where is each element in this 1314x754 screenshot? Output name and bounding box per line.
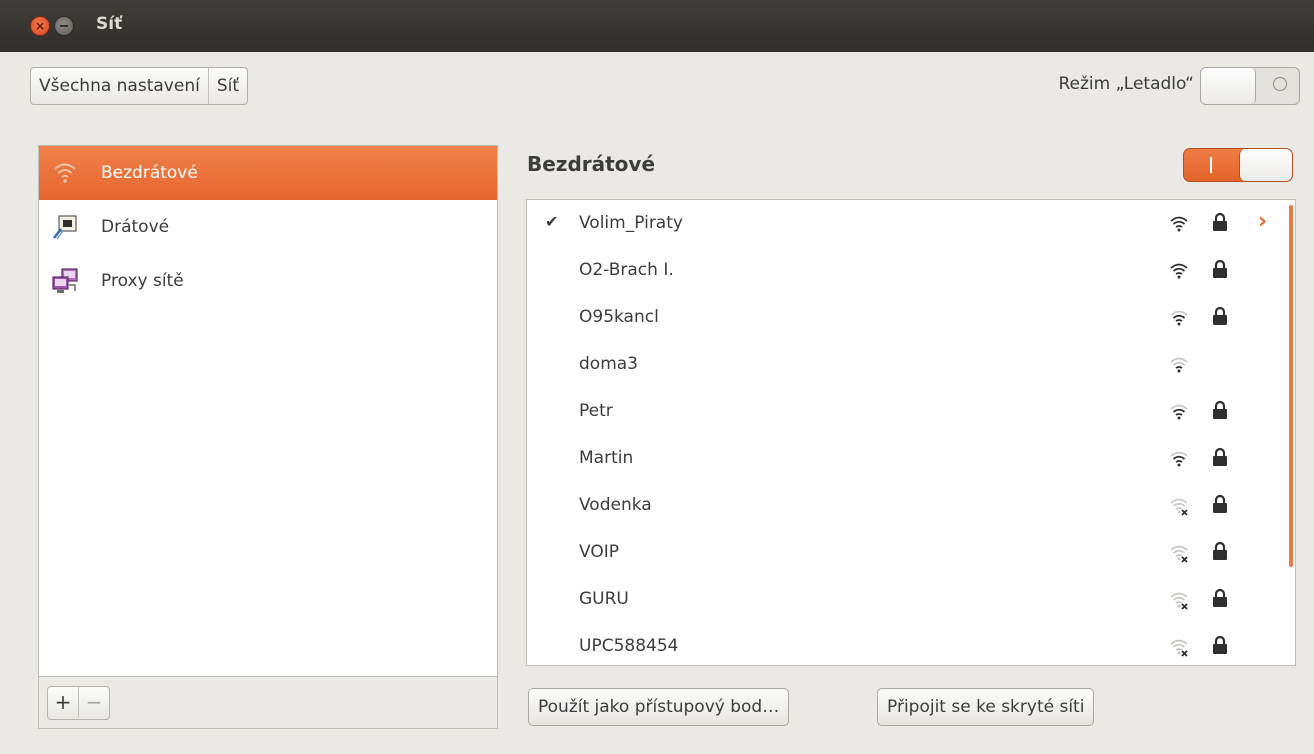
wifi-icon: [51, 159, 79, 187]
signal-strength-icon: [1169, 402, 1189, 422]
wireless-toggle-switch[interactable]: [1183, 148, 1293, 182]
switch-knob: [1239, 149, 1292, 181]
network-ssid: doma3: [579, 354, 638, 374]
network-row[interactable]: Petr: [527, 388, 1295, 435]
signal-strength-icon: [1169, 449, 1189, 469]
title-bar: × Síť: [0, 0, 1314, 52]
signal-strength-icon: [1169, 496, 1189, 516]
airplane-mode-label: Režim „Letadlo“: [1058, 74, 1194, 94]
network-row[interactable]: O95kancl: [527, 294, 1295, 341]
use-as-hotspot-button[interactable]: Použít jako přístupový bod…: [528, 688, 790, 726]
breadcrumb-current-network[interactable]: Síť: [207, 68, 247, 104]
lock-icon: [1212, 400, 1228, 420]
proxy-network-icon: [51, 267, 79, 295]
breadcrumb: Všechna nastavení Síť: [30, 67, 248, 105]
lock-icon: [1212, 635, 1228, 655]
add-connection-button[interactable]: +: [48, 687, 78, 717]
signal-strength-icon: [1169, 308, 1189, 328]
network-row[interactable]: O2-Brach I.: [527, 247, 1295, 294]
network-ssid: O95kancl: [579, 307, 659, 327]
lock-icon: [1212, 494, 1228, 514]
signal-strength-icon: [1169, 214, 1189, 234]
lock-icon: [1212, 259, 1228, 279]
network-ssid: Petr: [579, 401, 613, 421]
network-ssid: GURU: [579, 589, 629, 609]
network-row[interactable]: VOIP: [527, 529, 1295, 576]
network-row[interactable]: Vodenka: [527, 482, 1295, 529]
signal-strength-icon: [1169, 543, 1189, 563]
network-ssid: Volim_Piraty: [579, 213, 683, 233]
remove-connection-button[interactable]: −: [78, 687, 109, 717]
lock-icon: [1212, 588, 1228, 608]
signal-strength-icon: [1169, 261, 1189, 281]
sidebar-item-label: Bezdrátové: [101, 163, 198, 183]
airplane-mode-switch[interactable]: [1200, 67, 1300, 105]
sidebar-item-label: Drátové: [101, 217, 170, 237]
all-settings-button[interactable]: Všechna nastavení: [31, 68, 208, 104]
sidebar-item-wired[interactable]: Drátové: [39, 200, 497, 254]
sidebar-item-label: Proxy sítě: [101, 271, 184, 291]
network-row[interactable]: GURU: [527, 576, 1295, 623]
sidebar-toolbar: + −: [38, 677, 498, 729]
sidebar-item-wireless[interactable]: Bezdrátové: [39, 146, 497, 200]
network-list: ✔ Volim_Piraty › O2-Brach I. O95kancl doma3 Pe…: [526, 199, 1296, 666]
network-row[interactable]: UPC588454: [527, 623, 1295, 665]
signal-strength-icon: [1169, 590, 1189, 610]
switch-on-indicator: [1210, 157, 1212, 173]
signal-strength-icon: [1169, 637, 1189, 657]
window-title: Síť: [96, 14, 123, 34]
lock-icon: [1212, 212, 1228, 232]
network-ssid: UPC588454: [579, 636, 679, 656]
lock-icon: [1212, 306, 1228, 326]
signal-strength-icon: [1169, 355, 1189, 375]
network-settings-arrow-icon[interactable]: ›: [1258, 209, 1267, 234]
network-row[interactable]: ✔ Volim_Piraty ›: [527, 200, 1295, 247]
lock-icon: [1212, 541, 1228, 561]
connection-type-sidebar: Bezdrátové Drátové Proxy sítě: [38, 145, 498, 677]
connect-hidden-network-button[interactable]: Připojit se ke skryté síti: [877, 688, 1095, 726]
add-remove-group: + −: [47, 686, 110, 720]
network-ssid: O2-Brach I.: [579, 260, 674, 280]
network-ssid: Martin: [579, 448, 634, 468]
lock-icon: [1212, 447, 1228, 467]
network-ssid: VOIP: [579, 542, 619, 562]
network-list-scrollbar[interactable]: [1289, 205, 1293, 567]
switch-knob: [1201, 68, 1256, 104]
network-ssid: Vodenka: [579, 495, 652, 515]
minimize-window-button[interactable]: [54, 16, 74, 36]
wired-network-icon: [51, 213, 79, 241]
network-row[interactable]: Martin: [527, 435, 1295, 482]
connected-check-icon: ✔: [545, 212, 559, 231]
sidebar-item-proxy[interactable]: Proxy sítě: [39, 254, 497, 308]
network-row[interactable]: doma3: [527, 341, 1295, 388]
panel-title: Bezdrátové: [527, 152, 656, 176]
switch-off-indicator: [1273, 77, 1287, 91]
close-window-button[interactable]: ×: [30, 16, 50, 36]
